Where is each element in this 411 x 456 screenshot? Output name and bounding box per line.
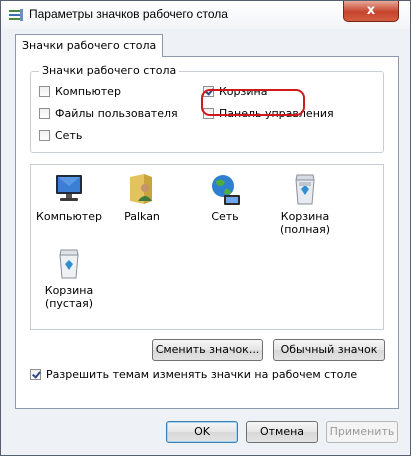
tab-desktop-icons[interactable]: Значки рабочего стола	[15, 34, 164, 57]
apply-button[interactable]: Применить	[326, 421, 398, 443]
checkbox-computer-box[interactable]	[39, 86, 50, 97]
computer-icon	[56, 175, 82, 201]
checkbox-computer-label: Компьютер	[55, 85, 121, 98]
checkbox-allow-themes-label: Разрешить темам изменять значки на рабоч…	[46, 368, 358, 381]
cancel-button[interactable]: Отмена	[246, 421, 318, 443]
checkbox-user-files-box[interactable]	[39, 108, 50, 119]
title-bar[interactable]: Параметры значков рабочего стола x	[1, 1, 410, 29]
checkbox-computer[interactable]: Компьютер	[39, 85, 121, 98]
network-globe-icon	[212, 175, 240, 205]
desktop-icons-group: Значки рабочего стола Компьютер Корзина …	[30, 64, 384, 153]
default-icon-button[interactable]: Обычный значок	[273, 339, 385, 361]
icon-list[interactable]: Компьютер Palkan Сеть Корзина (полная) К…	[30, 164, 384, 330]
red-highlight-annotation	[201, 89, 305, 116]
icon-label-recycle-bin-full: Корзина (полная)	[279, 210, 331, 236]
checkbox-network-label: Сеть	[55, 129, 83, 142]
change-icon-button[interactable]: Сменить значок...	[152, 339, 263, 361]
icon-label-network: Сеть	[211, 210, 239, 223]
checkbox-user-files-label: Файлы пользователя	[55, 107, 178, 120]
checkbox-allow-themes-box[interactable]	[30, 369, 41, 380]
dialog-window: Параметры значков рабочего стола x Значк…	[0, 0, 411, 456]
icon-item-computer[interactable]: Компьютер	[31, 171, 107, 223]
close-button[interactable]: x	[343, 1, 399, 22]
group-legend: Значки рабочего стола	[39, 64, 180, 77]
user-folder-icon	[130, 174, 152, 204]
checkbox-network-box[interactable]	[39, 130, 50, 141]
icon-item-user-folder[interactable]: Palkan	[104, 171, 180, 223]
icon-label-user-folder: Palkan	[124, 210, 160, 223]
desktop-icons-settings-icon	[9, 9, 23, 21]
recycle-bin-empty-icon	[59, 249, 79, 279]
checkbox-user-files[interactable]: Файлы пользователя	[39, 107, 178, 120]
recycle-bin-full-icon	[295, 174, 315, 205]
tab-panel: Значки рабочего стола Компьютер Корзина …	[15, 56, 399, 409]
icon-item-network[interactable]: Сеть	[187, 171, 263, 223]
icon-item-recycle-bin-empty[interactable]: Корзина (пустая)	[31, 245, 107, 310]
icon-item-recycle-bin-full[interactable]: Корзина (полная)	[267, 171, 343, 236]
checkbox-network[interactable]: Сеть	[39, 129, 82, 142]
window-title: Параметры значков рабочего стола	[29, 7, 228, 21]
ok-button[interactable]: OK	[166, 421, 238, 443]
checkbox-allow-themes[interactable]: Разрешить темам изменять значки на рабоч…	[30, 368, 357, 381]
icon-label-computer: Компьютер	[36, 210, 102, 223]
icon-label-recycle-bin-empty: Корзина (пустая)	[44, 284, 94, 310]
